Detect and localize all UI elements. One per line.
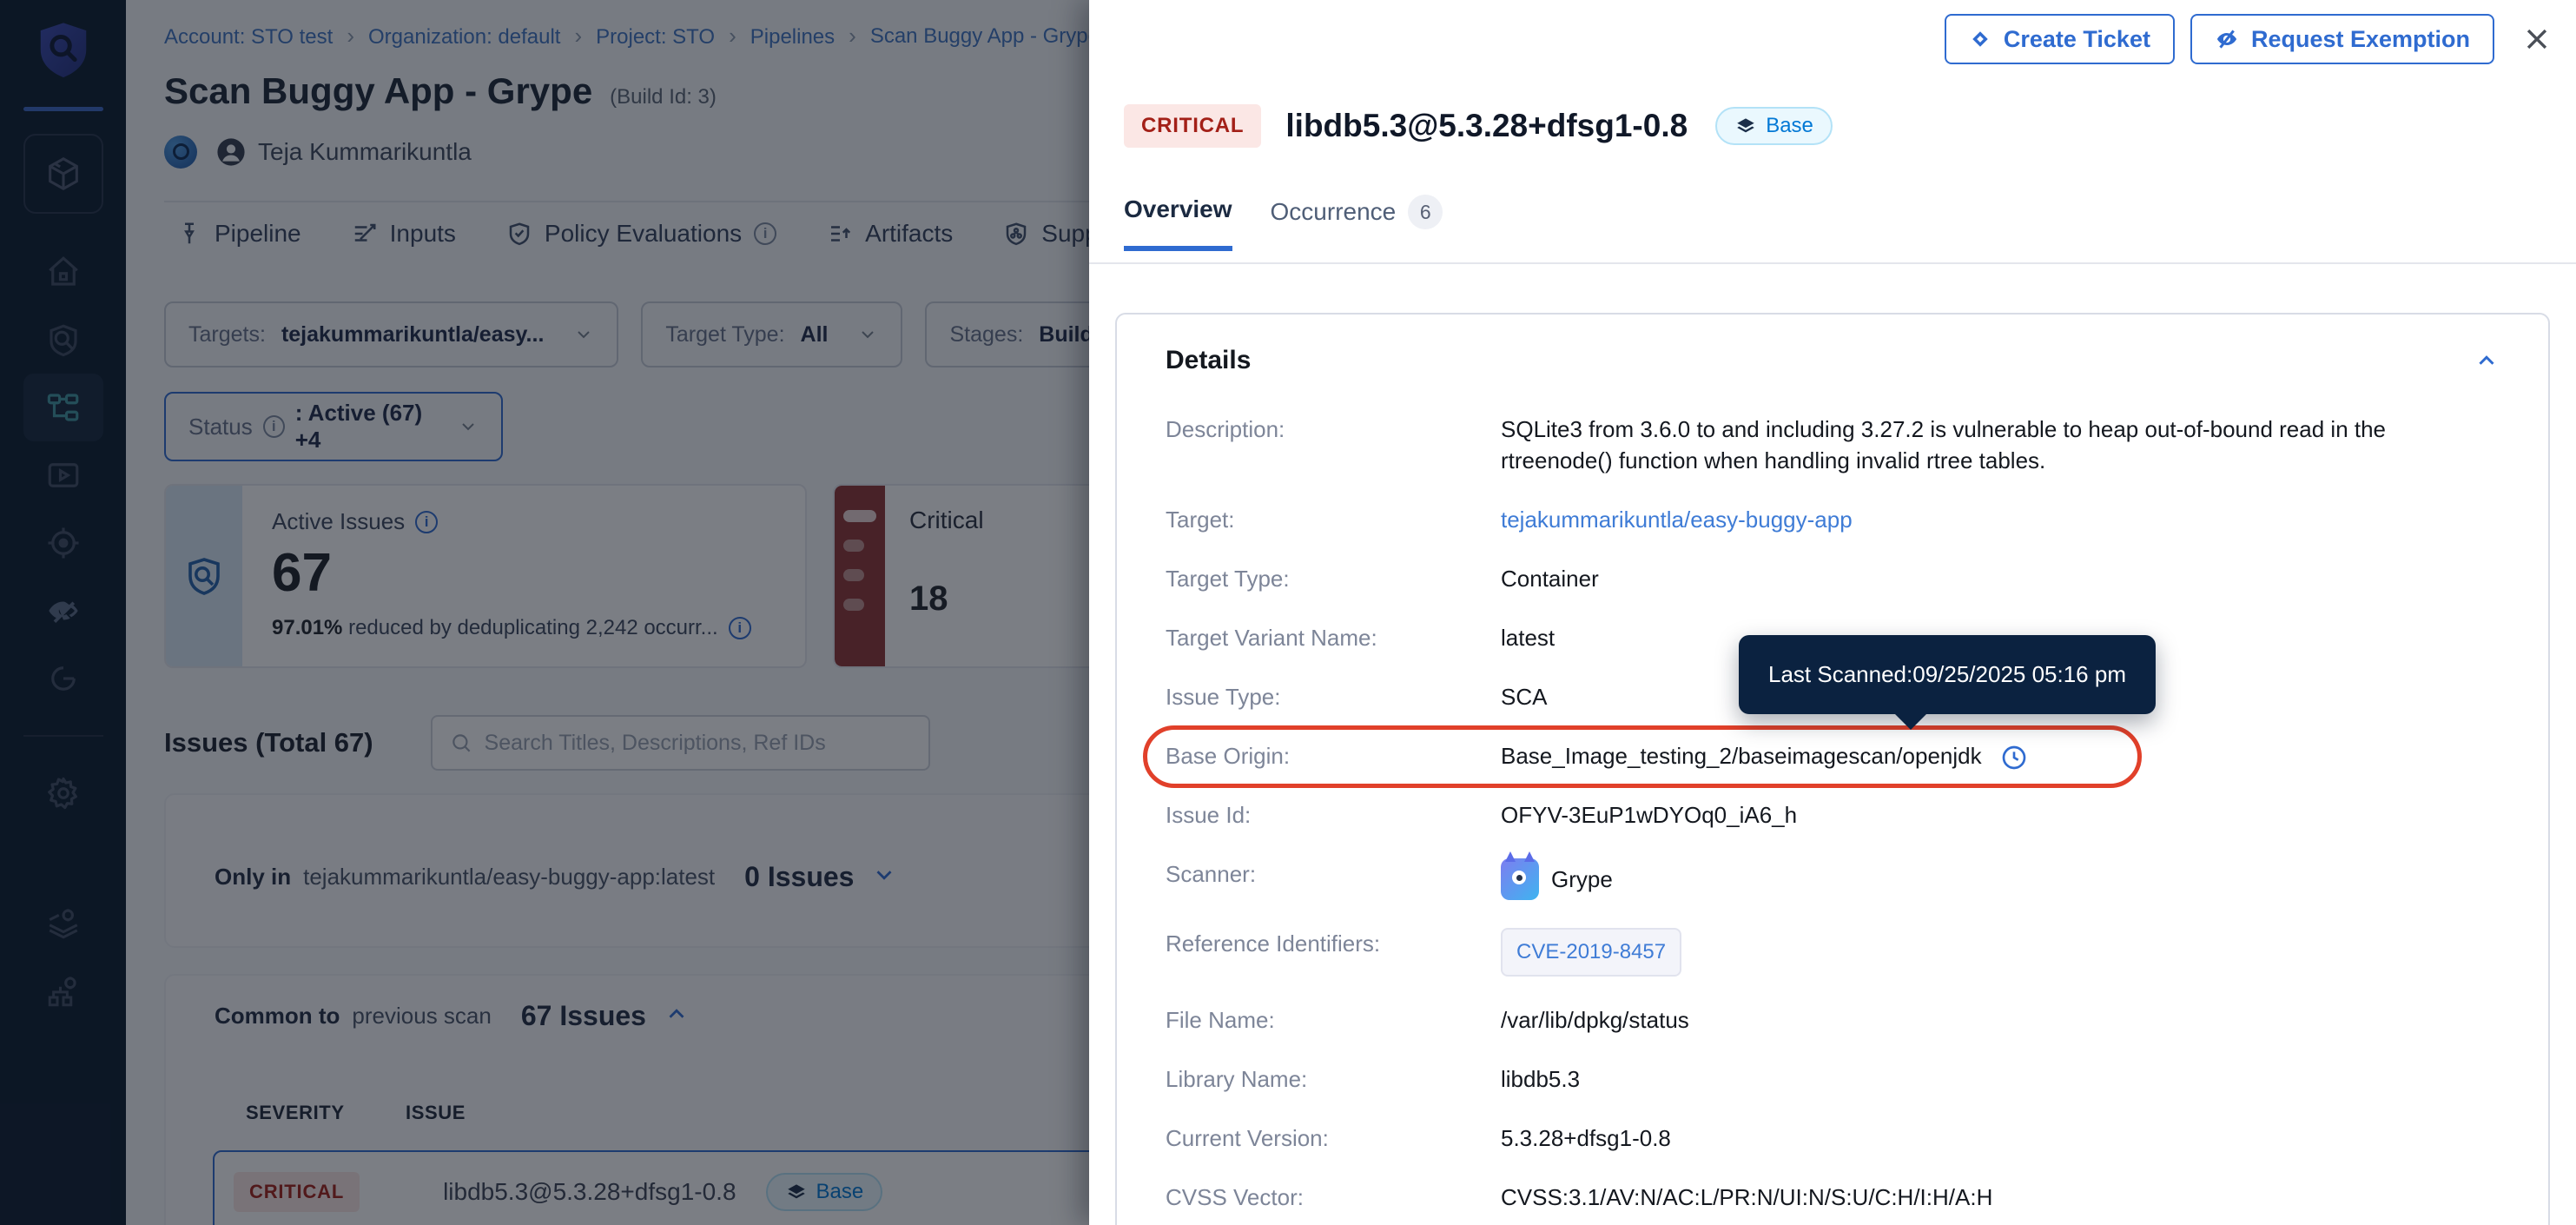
close-panel-icon[interactable] (2517, 19, 2557, 59)
detail-row-target: Target: tejakummarikuntla/easy-buggy-app (1166, 504, 2500, 535)
panel-severity-badge: CRITICAL (1124, 104, 1261, 148)
detail-row-current-version: Current Version: 5.3.28+dfsg1-0.8 (1166, 1122, 2500, 1154)
create-ticket-button[interactable]: Create Ticket (1945, 14, 2175, 64)
grype-scanner-icon (1501, 858, 1539, 900)
tab-occurrence[interactable]: Occurrence 6 (1271, 195, 1443, 252)
detail-row-cvss-vector: CVSS Vector: CVSS:3.1/AV:N/AC:L/PR:N/UI:… (1166, 1182, 2500, 1213)
panel-tabs-divider (1089, 262, 2576, 264)
panel-tabs: Overview Occurrence 6 (1124, 195, 1443, 252)
issue-detail-panel: Create Ticket Request Exemption CRITICAL… (1089, 0, 2576, 1225)
panel-base-tag: Base (1715, 107, 1833, 145)
detail-row-scanner: Scanner: Grype (1166, 858, 2500, 900)
detail-row-library-name: Library Name: libdb5.3 (1166, 1063, 2500, 1095)
details-heading: Details (1166, 346, 1251, 375)
detail-row-issue-id: Issue Id: OFYV-3EuP1wDYOq0_iA6_h (1166, 799, 2500, 831)
details-card: Details Description: SQLite3 from 3.6.0 … (1115, 313, 2550, 1225)
last-scanned-clock-icon[interactable] (2000, 744, 2028, 771)
cve-chip[interactable]: CVE-2019-8457 (1501, 928, 1681, 977)
collapse-chevron-up-icon[interactable] (2474, 348, 2500, 374)
layers-icon (1734, 115, 1757, 137)
detail-row-description: Description: SQLite3 from 3.6.0 to and i… (1166, 414, 2500, 476)
occurrence-count-badge: 6 (1408, 195, 1443, 229)
detail-row-base-origin: Base Origin: Base_Image_testing_2/baseim… (1166, 740, 2500, 771)
detail-row-target-type: Target Type: Container (1166, 563, 2500, 594)
last-scanned-tooltip: Last Scanned:09/25/2025 05:16 pm (1739, 635, 2156, 714)
target-link[interactable]: tejakummarikuntla/easy-buggy-app (1501, 504, 2500, 535)
tab-overview[interactable]: Overview (1124, 195, 1232, 251)
eye-off-icon (2215, 27, 2239, 51)
panel-issue-title: libdb5.3@5.3.28+dfsg1-0.8 (1285, 108, 1688, 144)
app: Account: STO test Organization: default … (0, 0, 2576, 1225)
detail-row-file-name: File Name: /var/lib/dpkg/status (1166, 1004, 2500, 1036)
detail-row-reference-identifiers: Reference Identifiers: CVE-2019-8457 (1166, 928, 2500, 977)
ticket-diamond-icon (1969, 28, 1991, 50)
request-exemption-button[interactable]: Request Exemption (2190, 14, 2494, 64)
